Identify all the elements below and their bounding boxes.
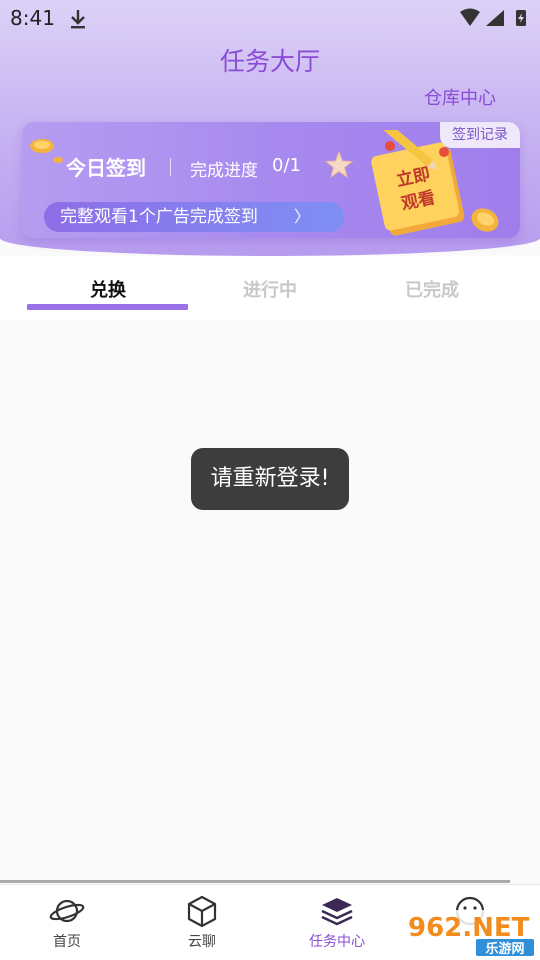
planet-icon — [49, 899, 85, 923]
svg-text:乐游网: 乐游网 — [485, 941, 524, 957]
nav-home-label: 首页 — [53, 934, 81, 950]
svg-text:962.NET: 962.NET — [408, 913, 530, 943]
progress-label: 完成进度 — [190, 161, 258, 181]
tab-active-indicator — [27, 304, 188, 310]
coin-decoration-icon — [30, 139, 63, 163]
wifi-signal-battery-icon — [460, 8, 526, 26]
watch-ad-label: 完整观看1个广告完成签到 — [60, 207, 258, 227]
nav-home[interactable]: 首页 — [17, 895, 117, 951]
star-decoration-icon — [324, 150, 354, 179]
site-watermark-logo: 962.NET 乐游网 — [402, 910, 536, 957]
daily-checkin-card[interactable]: 签到记录 今日签到 完成进度 0/1 完整观看1个广告完成签到 〉 立即 观看 — [22, 122, 520, 238]
today-checkin-label: 今日签到 — [66, 156, 146, 180]
tab-completed[interactable]: 已完成 — [351, 276, 513, 302]
nav-task-center[interactable]: 任务中心 — [287, 895, 387, 951]
nav-cloud-chat-label: 云聊 — [188, 934, 216, 950]
page-title: 任务大厅 — [219, 47, 320, 76]
layers-icon — [321, 898, 353, 926]
nav-cloud-chat[interactable]: 云聊 — [152, 895, 252, 951]
tab-in-progress[interactable]: 进行中 — [189, 276, 351, 302]
warehouse-center-link[interactable]: 仓库中心 — [424, 84, 496, 110]
coin-decoration-icon — [471, 208, 499, 232]
toast-message: 请重新登录! — [191, 448, 349, 510]
tab-exchange[interactable]: 兑换 — [27, 276, 189, 302]
download-icon — [71, 10, 85, 29]
watch-ad-button[interactable]: 完整观看1个广告完成签到 〉 — [44, 202, 344, 232]
nav-task-center-label: 任务中心 — [309, 934, 365, 950]
chevron-right-icon: 〉 — [293, 207, 310, 226]
status-time: 8:41 — [10, 6, 55, 30]
status-bar: 8:41 — [0, 0, 540, 38]
scroll-indicator — [0, 880, 510, 883]
divider — [170, 158, 171, 176]
watch-now-note-icon[interactable]: 立即 观看 — [362, 130, 474, 242]
progress-value: 0/1 — [272, 155, 301, 176]
cube-icon — [187, 895, 217, 927]
task-tabs: 兑换 进行中 已完成 — [0, 256, 540, 320]
